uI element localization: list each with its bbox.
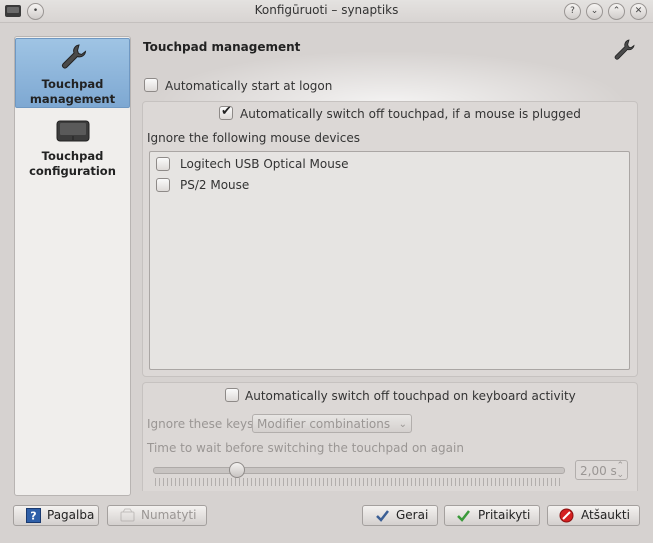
maximize-button[interactable]: ⌃ <box>608 3 625 20</box>
sidebar-item-label: Touchpad <box>41 149 104 163</box>
device-checkbox[interactable] <box>156 157 170 171</box>
window-title: Konfigūruoti – synaptiks <box>254 3 399 17</box>
help-button-label: Pagalba <box>47 508 95 522</box>
keyboard-activity-label[interactable]: Automatically switch off touchpad on key… <box>245 389 576 403</box>
ok-button[interactable]: Gerai <box>362 505 438 526</box>
device-checkbox[interactable] <box>156 178 170 192</box>
auto-switch-mouse-checkbox[interactable] <box>219 104 233 120</box>
cancel-icon <box>559 508 574 523</box>
wait-time-slider-handle[interactable] <box>229 462 245 478</box>
auto-start-checkbox[interactable] <box>144 78 158 92</box>
close-button[interactable]: ✕ <box>630 3 647 20</box>
cancel-button-label: Atšaukti <box>581 508 630 522</box>
slider-ticks <box>155 478 563 486</box>
checkmark-icon <box>376 510 389 522</box>
wait-time-spinbox[interactable]: 2,00 s ⌃ ⌄ <box>575 460 628 480</box>
page-title: Touchpad management <box>143 40 301 54</box>
apply-button-label: Pritaikyti <box>478 508 531 522</box>
sidebar-item-label: Touchpad <box>41 77 104 91</box>
ok-button-label: Gerai <box>396 508 429 522</box>
sidebar: Touchpad management Touchpad configurati… <box>14 36 131 496</box>
minimize-button[interactable]: ⌄ <box>586 3 603 20</box>
wait-time-slider[interactable] <box>153 467 565 474</box>
wait-time-label: Time to wait before switching the touchp… <box>147 441 464 455</box>
wrench-icon <box>62 44 87 69</box>
help-icon: ? <box>26 508 41 523</box>
cancel-button[interactable]: Atšaukti <box>547 505 640 526</box>
svg-text:?: ? <box>30 510 36 523</box>
help-button[interactable]: ? Pagalba <box>13 505 99 526</box>
sidebar-item-label: configuration <box>29 164 116 178</box>
title-bar: • Konfigūruoti – synaptiks ? ⌄ ⌃ ✕ <box>0 0 653 23</box>
sidebar-item-label: management <box>29 92 116 106</box>
spin-down-icon[interactable]: ⌄ <box>616 470 624 480</box>
touchpad-icon <box>56 120 90 142</box>
defaults-icon <box>120 508 135 522</box>
apply-button[interactable]: Pritaikyti <box>444 505 540 526</box>
defaults-button-label: Numatyti <box>141 508 197 522</box>
ignore-devices-label: Ignore the following mouse devices <box>147 131 360 145</box>
ignore-keys-value: Modifier combinations <box>257 417 391 431</box>
apply-checkmark-icon <box>457 510 470 522</box>
auto-switch-mouse-label[interactable]: Automatically switch off touchpad, if a … <box>240 107 581 121</box>
sidebar-item-touchpad-management[interactable]: Touchpad management <box>15 38 130 108</box>
device-label: Logitech USB Optical Mouse <box>180 157 349 171</box>
wait-time-value: 2,00 s <box>580 464 617 478</box>
help-button[interactable]: ? <box>564 3 581 20</box>
ignore-keys-label: Ignore these keys <box>147 417 254 431</box>
device-label: PS/2 Mouse <box>180 178 250 192</box>
defaults-button[interactable]: Numatyti <box>107 505 207 526</box>
wrench-icon <box>614 39 635 60</box>
keyboard-activity-checkbox[interactable] <box>225 388 239 402</box>
sidebar-item-touchpad-configuration[interactable]: Touchpad configuration <box>16 117 129 179</box>
mouse-devices-list[interactable]: Logitech USB Optical Mouse PS/2 Mouse <box>149 151 630 370</box>
auto-start-label[interactable]: Automatically start at logon <box>165 79 332 93</box>
chevron-down-icon: ⌄ <box>398 419 407 430</box>
ignore-keys-select[interactable]: Modifier combinations ⌄ <box>252 414 412 433</box>
